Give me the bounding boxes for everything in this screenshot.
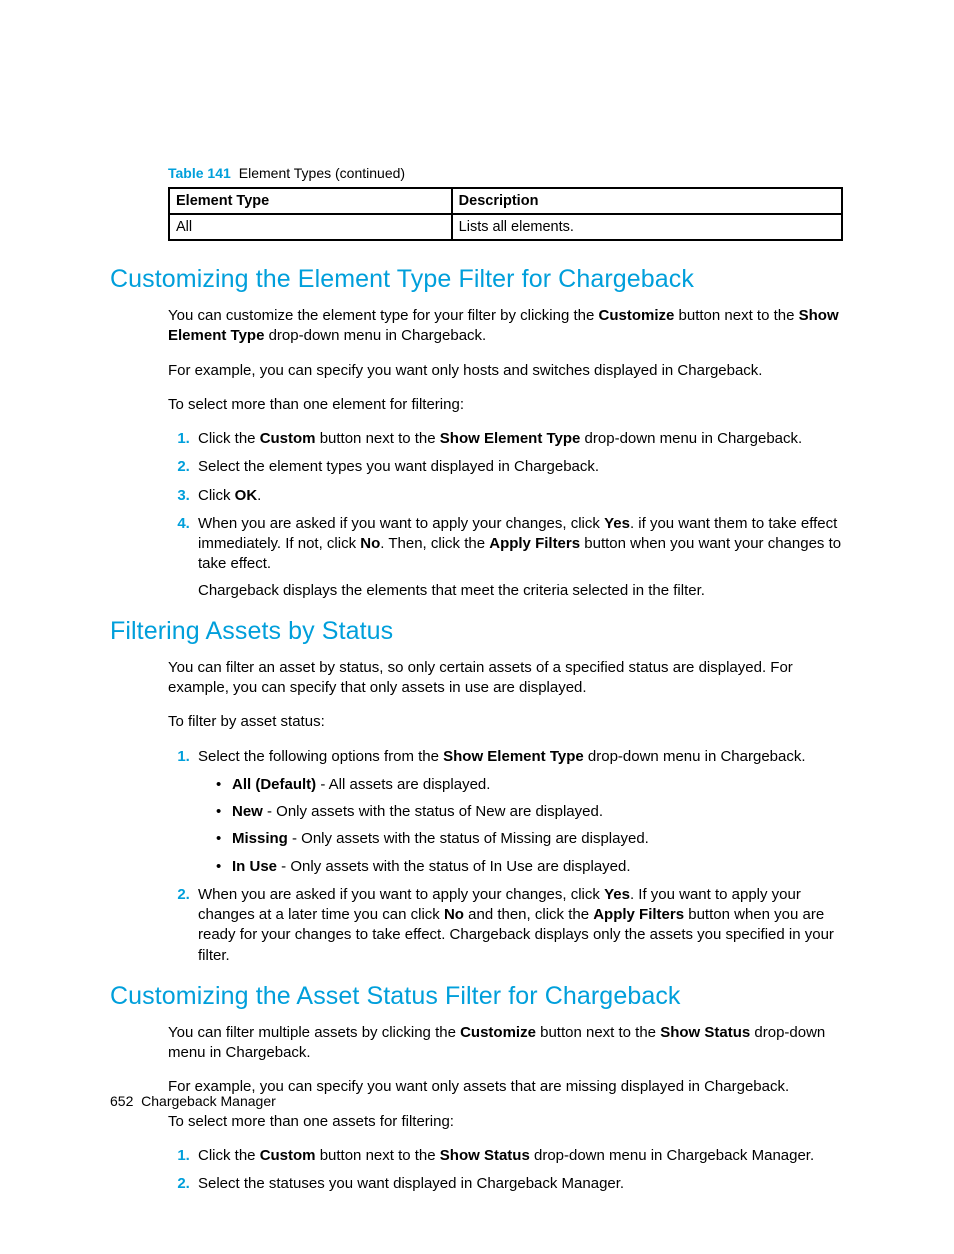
table-header-element-type: Element Type [169,188,452,214]
paragraph: You can filter multiple assets by clicki… [168,1023,844,1064]
steps-list: Click the Custom button next to the Show… [168,429,844,601]
paragraph: You can filter an asset by status, so on… [168,658,844,699]
heading-customizing-element-type-filter: Customizing the Element Type Filter for … [110,265,844,294]
bullet-item: In Use - Only assets with the status of … [216,857,844,877]
step: When you are asked if you want to apply … [194,885,844,966]
steps-list: Select the following options from the Sh… [168,747,844,966]
step: Select the following options from the Sh… [194,747,844,877]
heading-filtering-assets-by-status: Filtering Assets by Status [110,617,844,646]
heading-customizing-asset-status-filter: Customizing the Asset Status Filter for … [110,982,844,1011]
chapter-name: Chargeback Manager [141,1093,276,1109]
paragraph: For example, you can specify you want on… [168,361,844,381]
table-header-row: Element Type Description [169,188,842,214]
bullet-item: All (Default) - All assets are displayed… [216,775,844,795]
step: Click the Custom button next to the Show… [194,1146,844,1166]
table-cell-description: Lists all elements. [452,214,842,240]
table-header-description: Description [452,188,842,214]
paragraph: To select more than one assets for filte… [168,1112,844,1132]
bullet-list: All (Default) - All assets are displayed… [198,775,844,877]
steps-list: Click the Custom button next to the Show… [168,1146,844,1195]
step: Click OK. [194,486,844,506]
table-cell-element-type: All [169,214,452,240]
table-row: All Lists all elements. [169,214,842,240]
bullet-item: Missing - Only assets with the status of… [216,829,844,849]
table-title: Element Types (continued) [239,165,405,181]
paragraph: You can customize the element type for y… [168,306,844,347]
step: Select the statuses you want displayed i… [194,1174,844,1194]
step: Click the Custom button next to the Show… [194,429,844,449]
step: Select the element types you want displa… [194,457,844,477]
table-caption: Table 141 Element Types (continued) [168,165,844,181]
paragraph: To filter by asset status: [168,712,844,732]
bullet-item: New - Only assets with the status of New… [216,802,844,822]
step-subparagraph: Chargeback displays the elements that me… [198,581,844,601]
step: When you are asked if you want to apply … [194,514,844,601]
page-number: 652 [110,1093,133,1109]
page-footer: 652 Chargeback Manager [110,1093,276,1109]
table-number: Table 141 [168,165,231,181]
paragraph: To select more than one element for filt… [168,395,844,415]
element-types-table: Element Type Description All Lists all e… [168,187,843,241]
